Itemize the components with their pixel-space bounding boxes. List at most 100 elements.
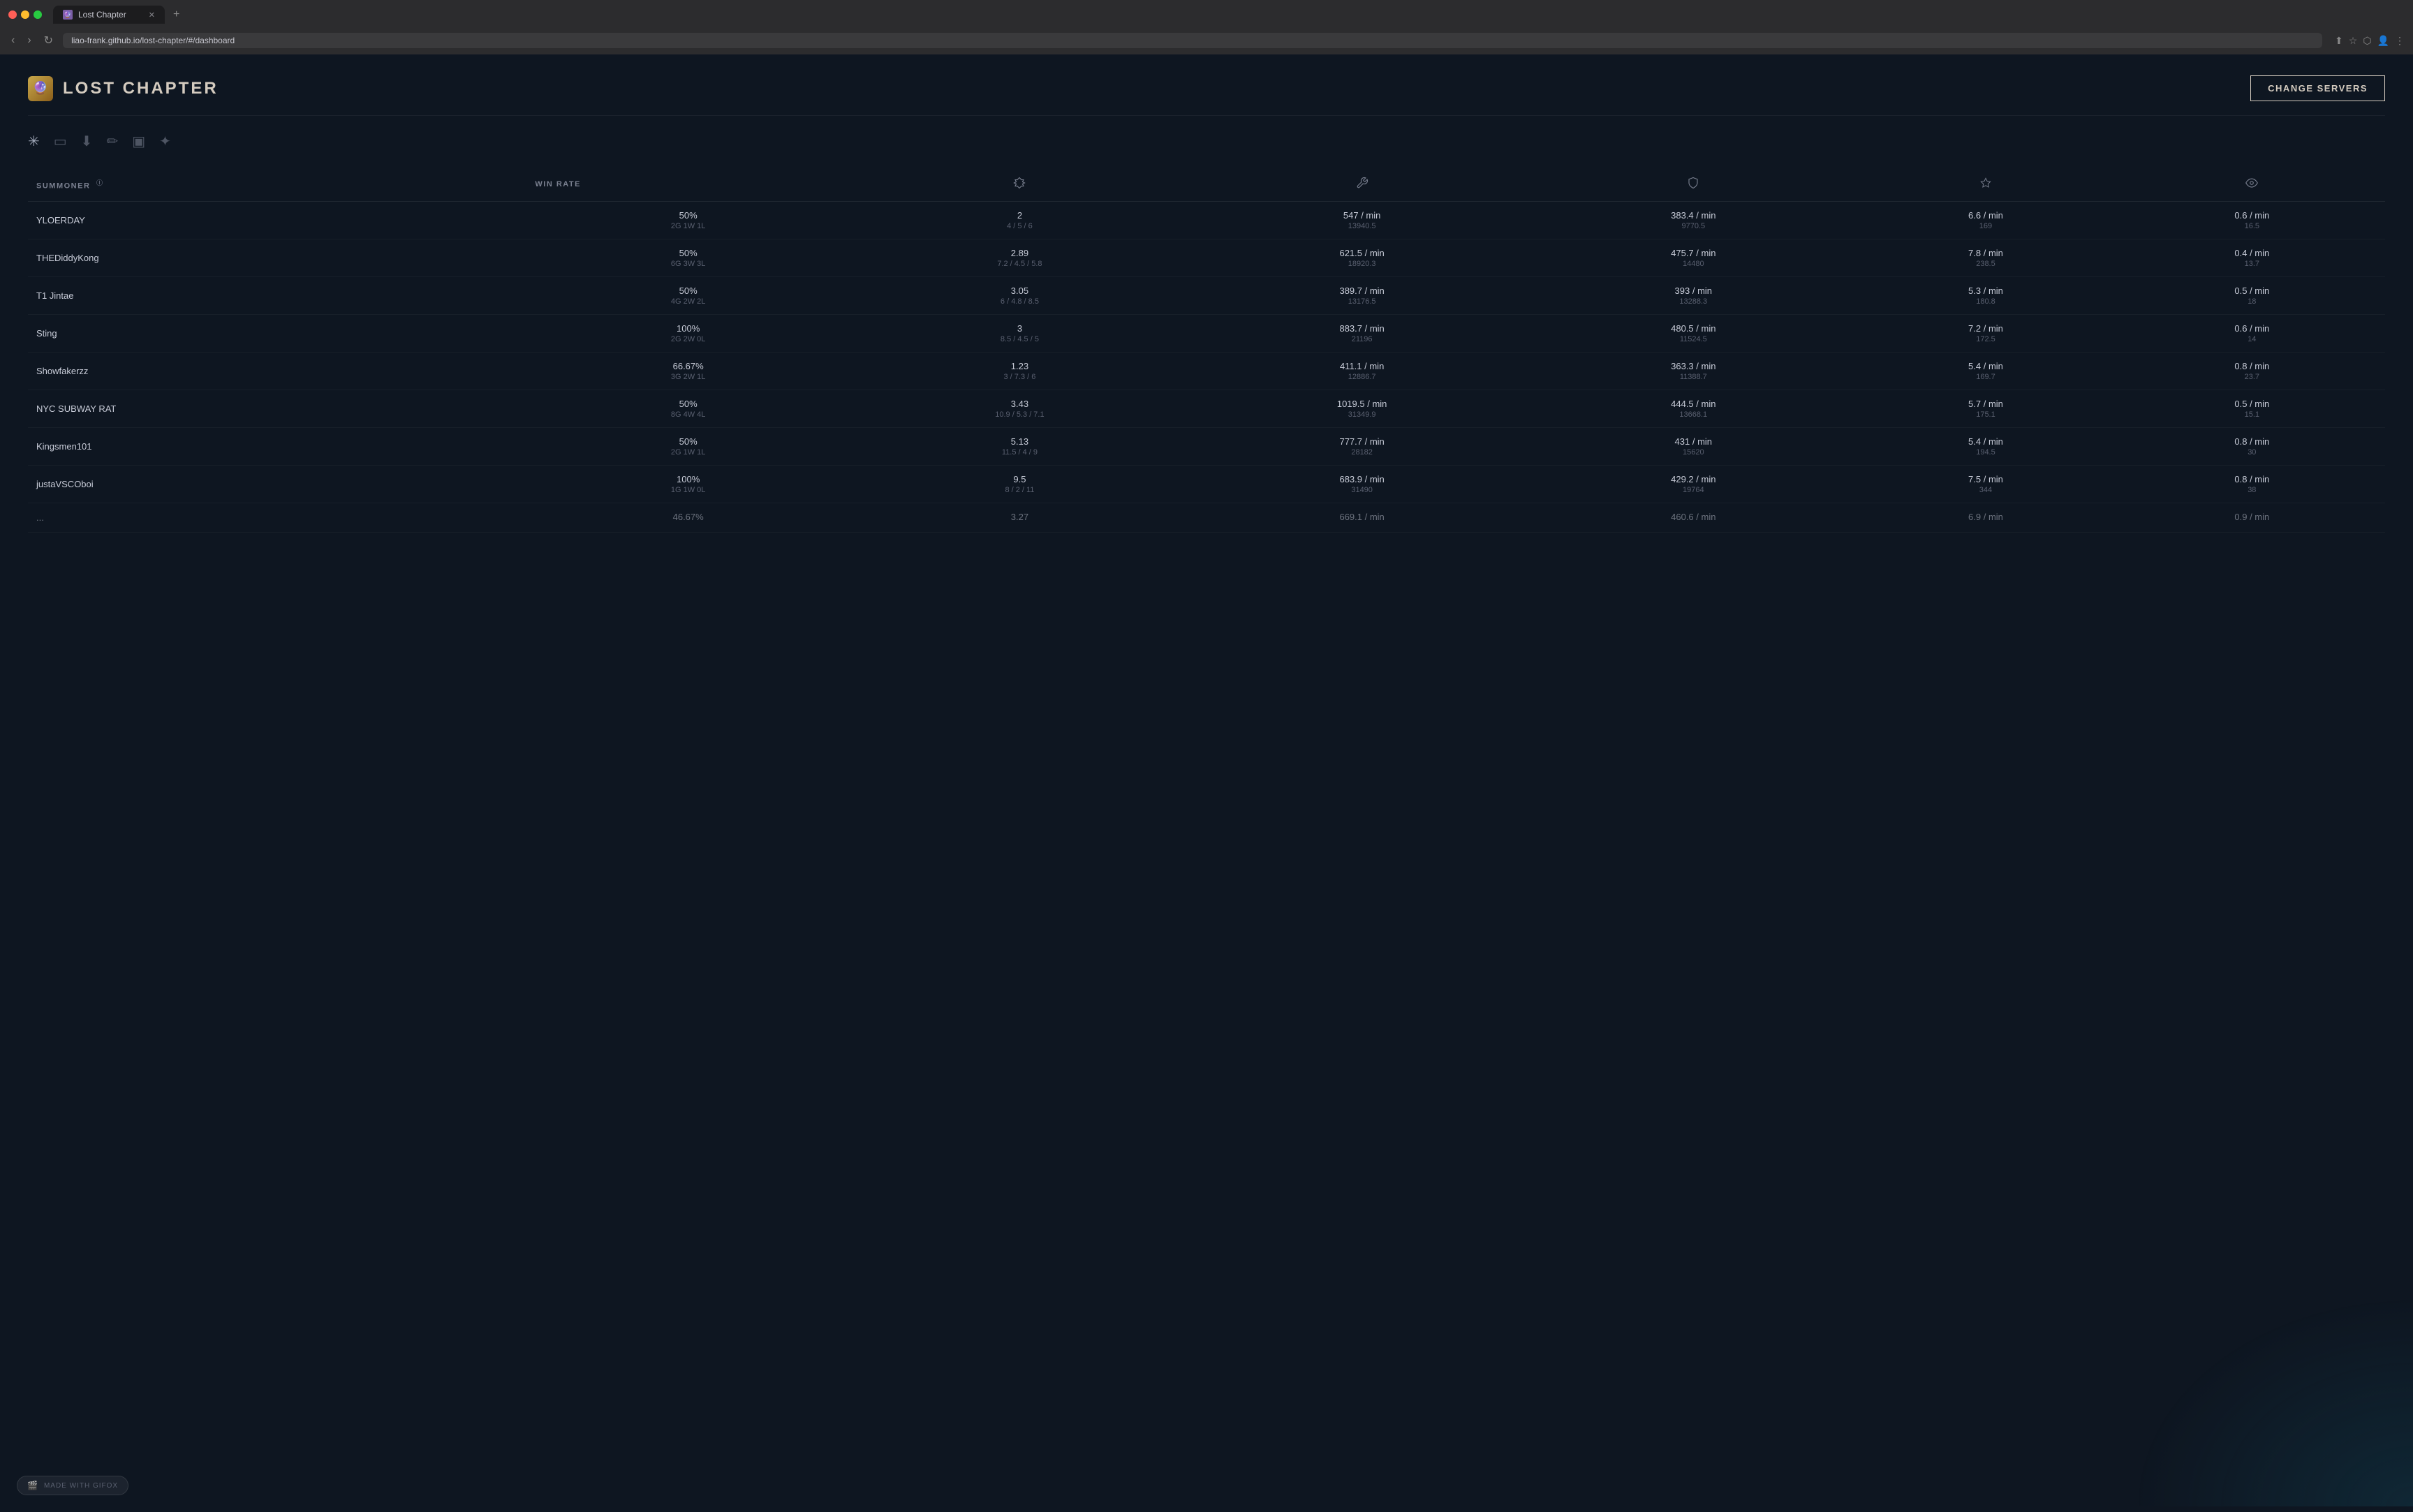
winrate-secondary: 2G 2W 0L	[535, 335, 841, 343]
table-row: justaVSCOboi 100% 1G 1W 0L 9.5 8 / 2 / 1…	[28, 466, 2385, 503]
winrate-primary: 50%	[535, 248, 841, 258]
table-header-row: SUMMONER ⓘ WIN RATE	[28, 170, 2385, 202]
winrate-secondary: 6G 3W 3L	[535, 260, 841, 268]
page-title: LOST CHAPTER	[63, 79, 219, 98]
cell-summoner: justaVSCOboi	[28, 466, 526, 503]
all-filter-icon[interactable]: ✳	[28, 133, 40, 150]
vision-primary: 0.8 / min	[2127, 361, 2377, 371]
cell-winrate: 100% 1G 1W 0L	[526, 466, 849, 503]
shield-primary: 363.3 / min	[1542, 361, 1844, 371]
kda-primary: 2	[858, 210, 1181, 221]
address-bar-input[interactable]	[63, 33, 2322, 48]
vision-secondary: 18	[2127, 297, 2377, 306]
share-icon[interactable]: ⬆	[2335, 35, 2343, 47]
vision-primary: 0.6 / min	[2127, 323, 2377, 334]
dmg-primary: 683.9 / min	[1198, 474, 1526, 484]
extensions-icon[interactable]: ⬡	[2363, 35, 2371, 47]
filter-row: ✳ ▭ ⬇ ✏ ▣ ✦	[28, 130, 2385, 153]
tab-close-icon[interactable]: ✕	[149, 10, 155, 20]
cs-secondary: 180.8	[1861, 297, 2110, 306]
cell-vision: 0.9 / min	[2119, 503, 2385, 533]
cell-summoner: ...	[28, 503, 526, 533]
summoner-name: Kingsmen101	[36, 441, 518, 452]
cell-summoner: Showfakerzz	[28, 353, 526, 390]
kda-secondary: 11.5 / 4 / 9	[858, 448, 1181, 457]
back-button[interactable]: ‹	[8, 33, 17, 48]
table-row: T1 Jintae 50% 4G 2W 2L 3.05 6 / 4.8 / 8.…	[28, 277, 2385, 315]
shield-primary: 429.2 / min	[1542, 474, 1844, 484]
forward-button[interactable]: ›	[24, 33, 34, 48]
dmg-primary: 883.7 / min	[1198, 323, 1526, 334]
shield-secondary: 11524.5	[1542, 335, 1844, 343]
cell-kda: 3.43 10.9 / 5.3 / 7.1	[850, 390, 1190, 428]
browser-chrome: 🔮 Lost Chapter ✕ + ‹ › ↻ ⬆ ☆ ⬡ 👤 ⋮	[0, 0, 2413, 54]
bookmark-icon[interactable]: ☆	[2349, 35, 2358, 47]
address-bar-row: ‹ › ↻ ⬆ ☆ ⬡ 👤 ⋮	[8, 29, 2405, 54]
vision-primary: 0.8 / min	[2127, 474, 2377, 484]
refresh-button[interactable]: ↻	[41, 32, 56, 49]
col-header-dmg	[1190, 170, 1534, 202]
stats-table: SUMMONER ⓘ WIN RATE	[28, 170, 2385, 533]
cs-secondary: 172.5	[1861, 335, 2110, 343]
vision-primary: 0.4 / min	[2127, 248, 2377, 258]
edit-filter-icon[interactable]: ✏	[106, 133, 118, 150]
cell-winrate: 50% 8G 4W 4L	[526, 390, 849, 428]
card-filter-icon[interactable]: ▣	[132, 133, 145, 150]
profile-icon[interactable]: 👤	[2377, 35, 2389, 47]
winrate-secondary: 2G 1W 1L	[535, 448, 841, 457]
close-button[interactable]	[8, 10, 17, 19]
table-row: YLOERDAY 50% 2G 1W 1L 2 4 / 5 / 6 547 / …	[28, 202, 2385, 239]
cell-cs: 5.3 / min 180.8	[1852, 277, 2118, 315]
cell-dmg: 683.9 / min 31490	[1190, 466, 1534, 503]
shield-primary: 431 / min	[1542, 436, 1844, 447]
vision-secondary: 30	[2127, 448, 2377, 457]
dmg-primary: 547 / min	[1198, 210, 1526, 221]
vision-primary: 0.6 / min	[2127, 210, 2377, 221]
cs-primary: 5.7 / min	[1861, 399, 2110, 409]
cell-vision: 0.8 / min 30	[2119, 428, 2385, 466]
dmg-primary: 621.5 / min	[1198, 248, 1526, 258]
dmg-primary: 777.7 / min	[1198, 436, 1526, 447]
logo-area: 🔮 LOST CHAPTER	[28, 76, 219, 101]
winrate-secondary: 8G 4W 4L	[535, 410, 841, 419]
cell-shield: 480.5 / min 11524.5	[1534, 315, 1852, 353]
kda-primary: 9.5	[858, 474, 1181, 484]
col-header-shield	[1534, 170, 1852, 202]
cs-primary: 6.6 / min	[1861, 210, 2110, 221]
table-row: ... 46.67% 3.27 669.1 / min 460.6 / min …	[28, 503, 2385, 533]
support-filter-icon[interactable]: ✦	[159, 133, 171, 150]
active-tab[interactable]: 🔮 Lost Chapter ✕	[53, 6, 165, 24]
cell-cs: 7.8 / min 238.5	[1852, 239, 2118, 277]
summoner-name: T1 Jintae	[36, 290, 518, 301]
col-header-kda	[850, 170, 1190, 202]
summoner-name: ...	[36, 512, 518, 523]
winrate-secondary: 1G 1W 0L	[535, 486, 841, 494]
minimize-button[interactable]	[21, 10, 29, 19]
tab-favicon: 🔮	[63, 10, 73, 20]
winrate-primary: 46.67%	[535, 512, 841, 522]
menu-icon[interactable]: ⋮	[2395, 35, 2405, 47]
kda-primary: 3.43	[858, 399, 1181, 409]
cell-kda: 5.13 11.5 / 4 / 9	[850, 428, 1190, 466]
new-tab-button[interactable]: +	[169, 7, 184, 22]
col-header-cs	[1852, 170, 2118, 202]
background-decoration	[2134, 1297, 2413, 1506]
rank-filter-icon[interactable]: ▭	[54, 133, 67, 150]
warrior-filter-icon[interactable]: ⬇	[81, 133, 93, 150]
vision-primary: 0.8 / min	[2127, 436, 2377, 447]
cell-cs: 5.7 / min 175.1	[1852, 390, 2118, 428]
cs-primary: 5.3 / min	[1861, 286, 2110, 296]
cell-dmg: 1019.5 / min 31349.9	[1190, 390, 1534, 428]
vision-secondary: 14	[2127, 335, 2377, 343]
cs-primary: 7.5 / min	[1861, 474, 2110, 484]
kda-primary: 3.05	[858, 286, 1181, 296]
cell-summoner: THEDiddyKong	[28, 239, 526, 277]
col-header-winrate: WIN RATE	[526, 170, 849, 202]
cs-secondary: 238.5	[1861, 260, 2110, 268]
cell-vision: 0.5 / min 18	[2119, 277, 2385, 315]
change-servers-button[interactable]: CHANGE SERVERS	[2250, 75, 2385, 101]
shield-primary: 393 / min	[1542, 286, 1844, 296]
shield-secondary: 11388.7	[1542, 373, 1844, 381]
cell-dmg: 547 / min 13940.5	[1190, 202, 1534, 239]
maximize-button[interactable]	[34, 10, 42, 19]
